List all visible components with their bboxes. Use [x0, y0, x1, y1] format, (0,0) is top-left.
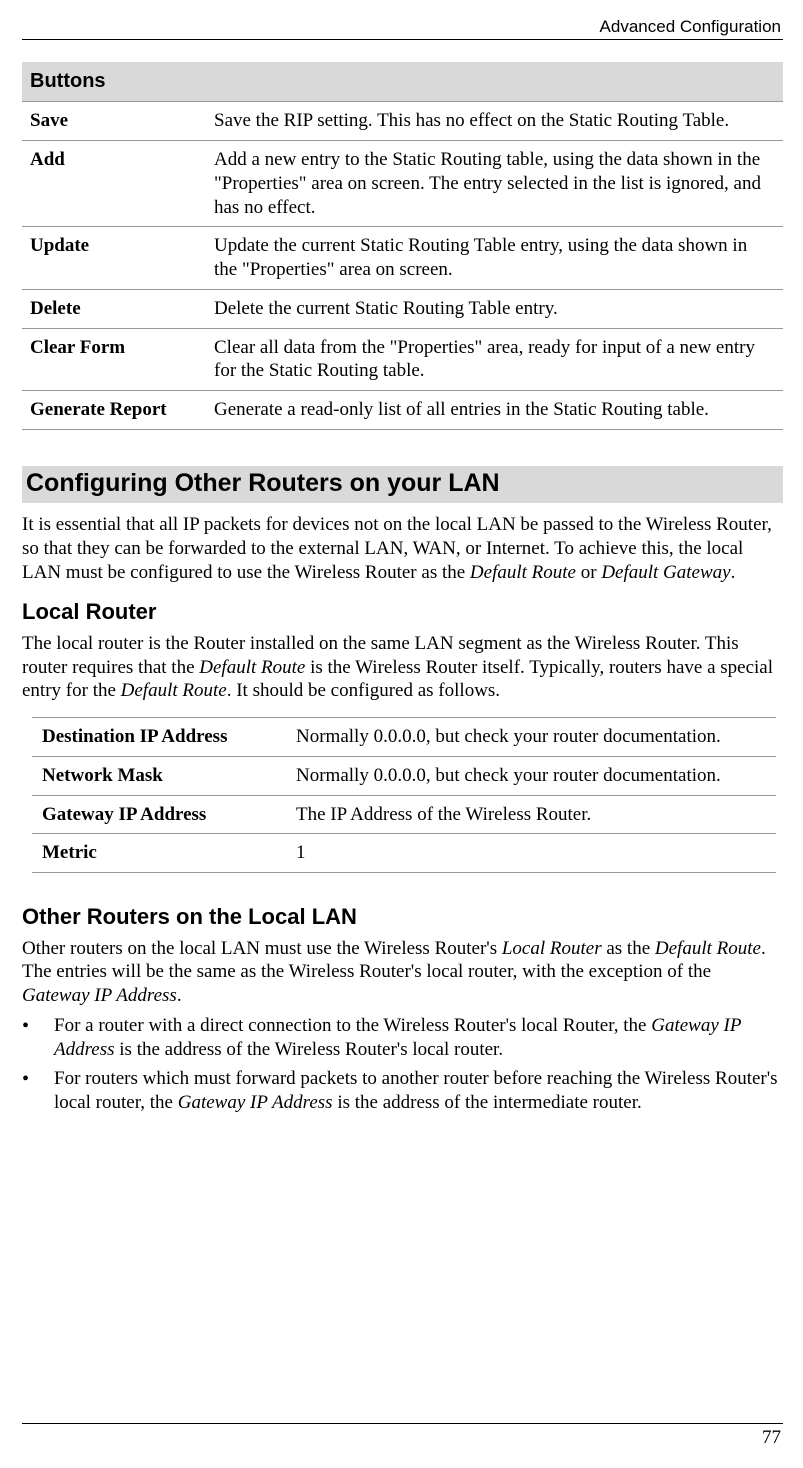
- italic-term: Default Route: [470, 562, 576, 583]
- table-row: Update Update the current Static Routing…: [22, 227, 783, 290]
- italic-term: Gateway IP Address: [178, 1092, 333, 1113]
- bullet-icon: •: [22, 1067, 54, 1115]
- button-desc: Add a new entry to the Static Routing ta…: [206, 141, 783, 227]
- italic-term: Local Router: [502, 938, 602, 959]
- bullet-list: • For a router with a direct connection …: [22, 1014, 783, 1115]
- text-run: is the address of the intermediate route…: [333, 1092, 642, 1113]
- text-run: .: [177, 985, 182, 1006]
- button-desc: Clear all data from the "Properties" are…: [206, 328, 783, 391]
- table-row: Generate Report Generate a read-only lis…: [22, 391, 783, 430]
- page-footer: 77: [22, 1423, 783, 1450]
- table-row: Add Add a new entry to the Static Routin…: [22, 141, 783, 227]
- text-run: is the address of the Wireless Router's …: [115, 1039, 504, 1060]
- bullet-icon: •: [22, 1014, 54, 1062]
- field-label: Gateway IP Address: [32, 795, 286, 834]
- header-chapter: Advanced Configuration: [22, 16, 783, 39]
- table-row: Gateway IP Address The IP Address of the…: [32, 795, 776, 834]
- buttons-table-header: Buttons: [22, 62, 783, 102]
- subheading-local-router: Local Router: [22, 598, 783, 626]
- local-router-paragraph: The local router is the Router installed…: [22, 632, 783, 703]
- button-desc: Update the current Static Routing Table …: [206, 227, 783, 290]
- text-run: Other routers on the local LAN must use …: [22, 938, 502, 959]
- button-label: Save: [22, 102, 206, 141]
- local-router-table: Destination IP Address Normally 0.0.0.0,…: [32, 717, 776, 873]
- section-heading-configuring: Configuring Other Routers on your LAN: [22, 466, 783, 503]
- italic-term: Default Route: [655, 938, 761, 959]
- button-label: Update: [22, 227, 206, 290]
- table-row: Clear Form Clear all data from the "Prop…: [22, 328, 783, 391]
- italic-term: Default Gateway: [601, 562, 730, 583]
- buttons-table: Buttons Save Save the RIP setting. This …: [22, 62, 783, 430]
- bullet-text: For routers which must forward packets t…: [54, 1067, 783, 1115]
- field-value: Normally 0.0.0.0, but check your router …: [286, 718, 776, 757]
- table-row: Delete Delete the current Static Routing…: [22, 289, 783, 328]
- field-value: The IP Address of the Wireless Router.: [286, 795, 776, 834]
- text-run: . It should be configured as follows.: [227, 680, 500, 701]
- button-label: Add: [22, 141, 206, 227]
- field-value: 1: [286, 834, 776, 873]
- text-run: as the: [602, 938, 655, 959]
- header-rule: [22, 39, 783, 40]
- footer-rule: [22, 1423, 783, 1424]
- list-item: • For routers which must forward packets…: [22, 1067, 783, 1115]
- other-routers-paragraph: Other routers on the local LAN must use …: [22, 937, 783, 1008]
- field-label: Destination IP Address: [32, 718, 286, 757]
- table-row: Network Mask Normally 0.0.0.0, but check…: [32, 756, 776, 795]
- button-desc: Delete the current Static Routing Table …: [206, 289, 783, 328]
- field-label: Network Mask: [32, 756, 286, 795]
- italic-term: Default Route: [199, 657, 305, 678]
- table-row: Destination IP Address Normally 0.0.0.0,…: [32, 718, 776, 757]
- text-run: or: [576, 562, 601, 583]
- text-run: .: [731, 562, 736, 583]
- section1-paragraph: It is essential that all IP packets for …: [22, 513, 783, 584]
- italic-term: Default Route: [121, 680, 227, 701]
- page-number: 77: [22, 1426, 783, 1450]
- table-row: Save Save the RIP setting. This has no e…: [22, 102, 783, 141]
- button-label: Clear Form: [22, 328, 206, 391]
- button-desc: Generate a read-only list of all entries…: [206, 391, 783, 430]
- bullet-text: For a router with a direct connection to…: [54, 1014, 783, 1062]
- text-run: For a router with a direct connection to…: [54, 1015, 651, 1036]
- table-row: Metric 1: [32, 834, 776, 873]
- button-label: Generate Report: [22, 391, 206, 430]
- list-item: • For a router with a direct connection …: [22, 1014, 783, 1062]
- field-value: Normally 0.0.0.0, but check your router …: [286, 756, 776, 795]
- italic-term: Gateway IP Address: [22, 985, 177, 1006]
- field-label: Metric: [32, 834, 286, 873]
- button-label: Delete: [22, 289, 206, 328]
- subheading-other-routers: Other Routers on the Local LAN: [22, 903, 783, 931]
- button-desc: Save the RIP setting. This has no effect…: [206, 102, 783, 141]
